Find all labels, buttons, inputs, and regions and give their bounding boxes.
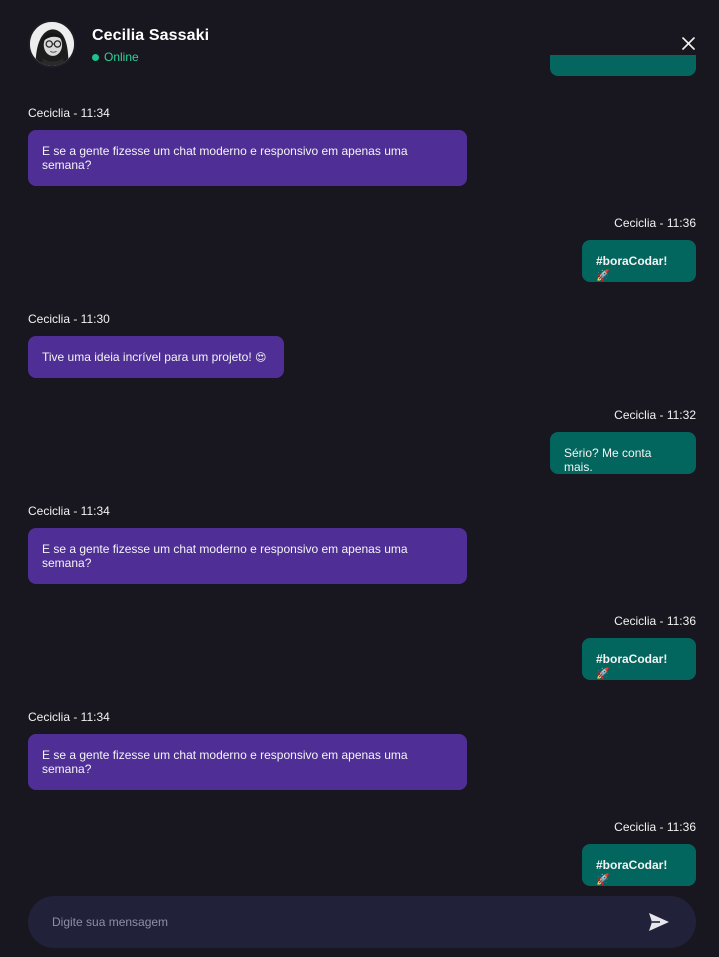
online-status: Online (92, 50, 139, 64)
message-text: Tive uma ideia incrível para um projeto! (42, 350, 252, 364)
message-text: #boraCodar! (596, 858, 668, 872)
status-dot-icon (92, 53, 99, 61)
rocket-emoji-icon: 🚀 (596, 873, 610, 886)
message-bubble-outgoing: #boraCodar! 🚀 (582, 844, 696, 886)
message-meta: Ceciclia - 11:36 (614, 216, 696, 230)
send-button[interactable] (646, 909, 672, 935)
rocket-emoji-icon: 🚀 (596, 667, 610, 680)
heart-eyes-emoji-icon: 😍 (255, 351, 267, 364)
message-text: #boraCodar! (596, 652, 668, 666)
message-text: #boraCodar! (596, 254, 668, 268)
message-list: Ceciclia - 11:34 E se a gente fizesse um… (0, 0, 719, 890)
message-meta: Ceciclia - 11:34 (28, 504, 110, 518)
message-meta: Ceciclia - 11:34 (28, 106, 110, 120)
message-input[interactable] (52, 910, 632, 934)
rocket-emoji-icon: 🚀 (596, 269, 610, 282)
avatar[interactable] (28, 20, 76, 68)
message-text: Sério? Me conta mais. (564, 446, 652, 474)
message-composer (28, 896, 696, 948)
message-bubble-outgoing: #boraCodar! 🚀 (582, 638, 696, 680)
message-bubble-outgoing: Sério? Me conta mais. (550, 432, 696, 474)
close-button[interactable] (676, 31, 700, 55)
chat-header: Cecilia Sassaki Online (0, 0, 719, 90)
close-icon (681, 36, 695, 50)
message-meta: Ceciclia - 11:36 (614, 614, 696, 628)
message-bubble-incoming: E se a gente fizesse um chat moderno e r… (28, 130, 467, 186)
message-meta: Ceciclia - 11:36 (614, 820, 696, 834)
status-label: Online (104, 50, 139, 64)
message-meta: Ceciclia - 11:32 (614, 408, 696, 422)
message-bubble-incoming: Tive uma ideia incrível para um projeto!… (28, 336, 284, 378)
message-bubble-incoming: E se a gente fizesse um chat moderno e r… (28, 734, 467, 790)
contact-name: Cecilia Sassaki (92, 27, 210, 44)
message-bubble-outgoing: #boraCodar! 🚀 (582, 240, 696, 282)
message-text: E se a gente fizesse um chat moderno e r… (42, 748, 408, 776)
message-meta: Ceciclia - 11:30 (28, 312, 110, 326)
message-text: E se a gente fizesse um chat moderno e r… (42, 144, 408, 172)
message-bubble-incoming: E se a gente fizesse um chat moderno e r… (28, 528, 467, 584)
message-text: E se a gente fizesse um chat moderno e r… (42, 542, 408, 570)
send-icon (649, 913, 669, 931)
avatar-woman-glasses-icon (30, 22, 74, 66)
message-meta: Ceciclia - 11:34 (28, 710, 110, 724)
